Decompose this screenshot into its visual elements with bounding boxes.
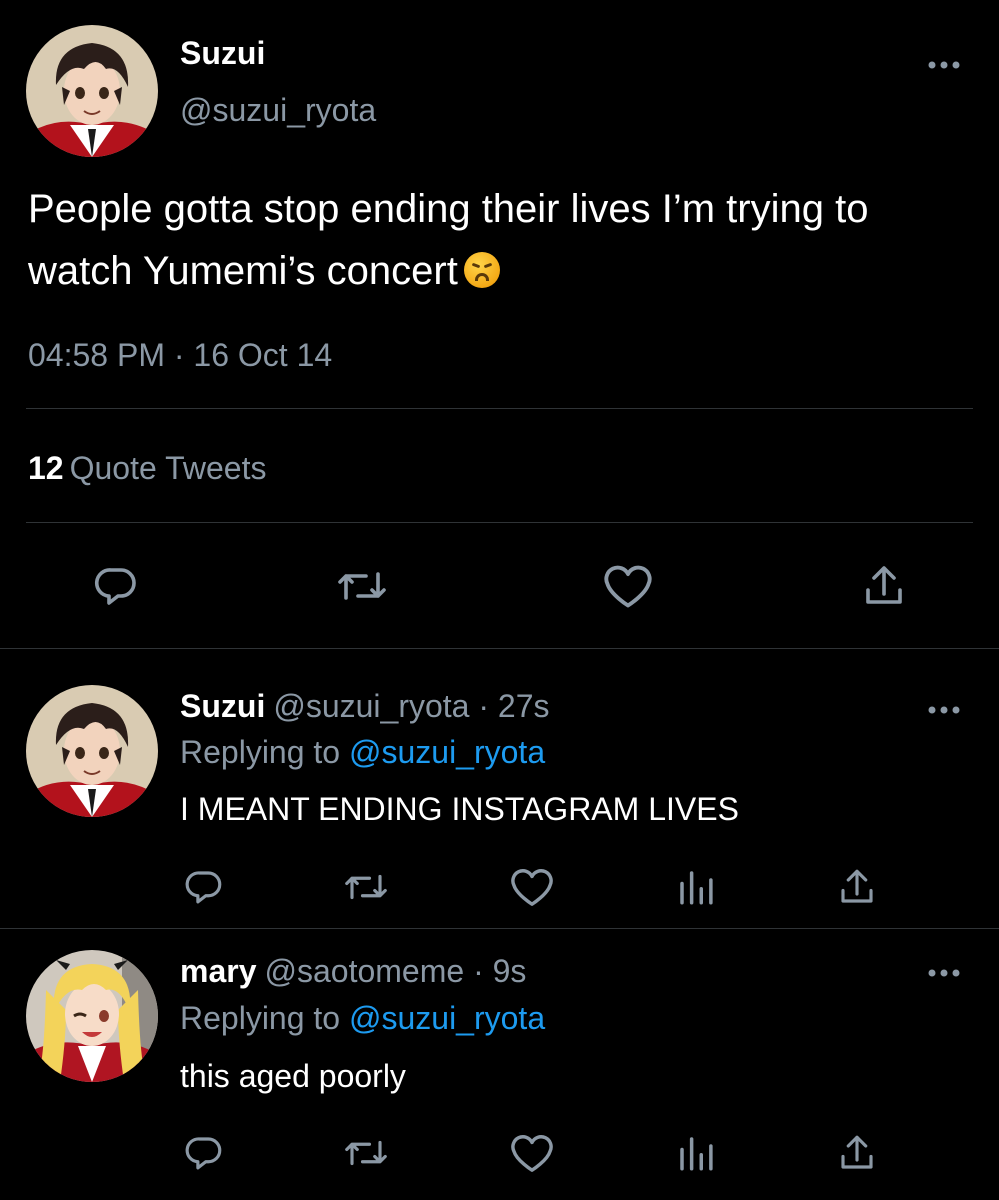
share-icon[interactable] [836,866,878,908]
tweet-text: People gotta stop ending their lives I’m… [28,178,928,302]
quote-count: 12 [28,450,64,486]
replying-prefix: Replying to [180,734,341,770]
retweet-icon[interactable] [343,1132,389,1174]
mention-link[interactable]: @suzui_ryota [349,734,545,770]
more-options-icon[interactable] [924,963,964,983]
suzui-avatar[interactable] [26,685,158,817]
divider [0,648,999,649]
quote-tweets-link[interactable]: 12 Quote Tweets [28,450,266,487]
mary-avatar[interactable] [26,950,158,1082]
reply-author-name[interactable]: mary [180,953,257,989]
like-icon[interactable] [509,1132,555,1174]
reply-text: I MEANT ENDING INSTAGRAM LIVES [180,791,739,827]
share-icon[interactable] [836,1132,878,1174]
reply-meta[interactable]: @suzui_ryota · 27s [273,688,549,724]
like-icon[interactable] [602,562,654,610]
more-options-icon[interactable] [924,55,964,75]
replying-prefix: Replying to [180,1000,341,1036]
tweet-text-content: People gotta stop ending their lives I’m… [28,187,869,293]
retweet-icon[interactable] [336,562,388,610]
weary-face-emoji [463,252,500,288]
replying-to: Replying to @suzui_ryota [180,1000,545,1037]
analytics-icon[interactable] [675,1132,717,1174]
suzui-avatar[interactable] [26,25,158,157]
tweet-timestamp[interactable]: 04:58 PM · 16 Oct 14 [28,337,332,374]
like-icon[interactable] [509,866,555,908]
replying-to: Replying to @suzui_ryota [180,734,545,771]
reply-header: Suzui @suzui_ryota · 27s [180,688,549,725]
author-handle[interactable]: @suzui_ryota [180,92,376,129]
more-options-icon[interactable] [924,700,964,720]
reply-text: this aged poorly [180,1058,406,1094]
divider [0,928,999,929]
reply-author-name[interactable]: Suzui [180,688,265,724]
tweet-thread: Suzui @suzui_ryota People gotta stop end… [0,0,999,1200]
retweet-icon[interactable] [343,866,389,908]
mention-link[interactable]: @suzui_ryota [349,1000,545,1036]
reply-icon[interactable] [92,562,140,610]
reply-meta[interactable]: @saotomeme · 9s [265,953,527,989]
reply-icon[interactable] [183,866,225,908]
author-name[interactable]: Suzui [180,35,265,72]
quote-label: Quote Tweets [69,450,267,486]
share-icon[interactable] [860,562,908,610]
reply-icon[interactable] [183,1132,225,1174]
reply-header: mary @saotomeme · 9s [180,953,526,990]
divider [26,408,973,409]
analytics-icon[interactable] [675,866,717,908]
divider [26,522,973,523]
